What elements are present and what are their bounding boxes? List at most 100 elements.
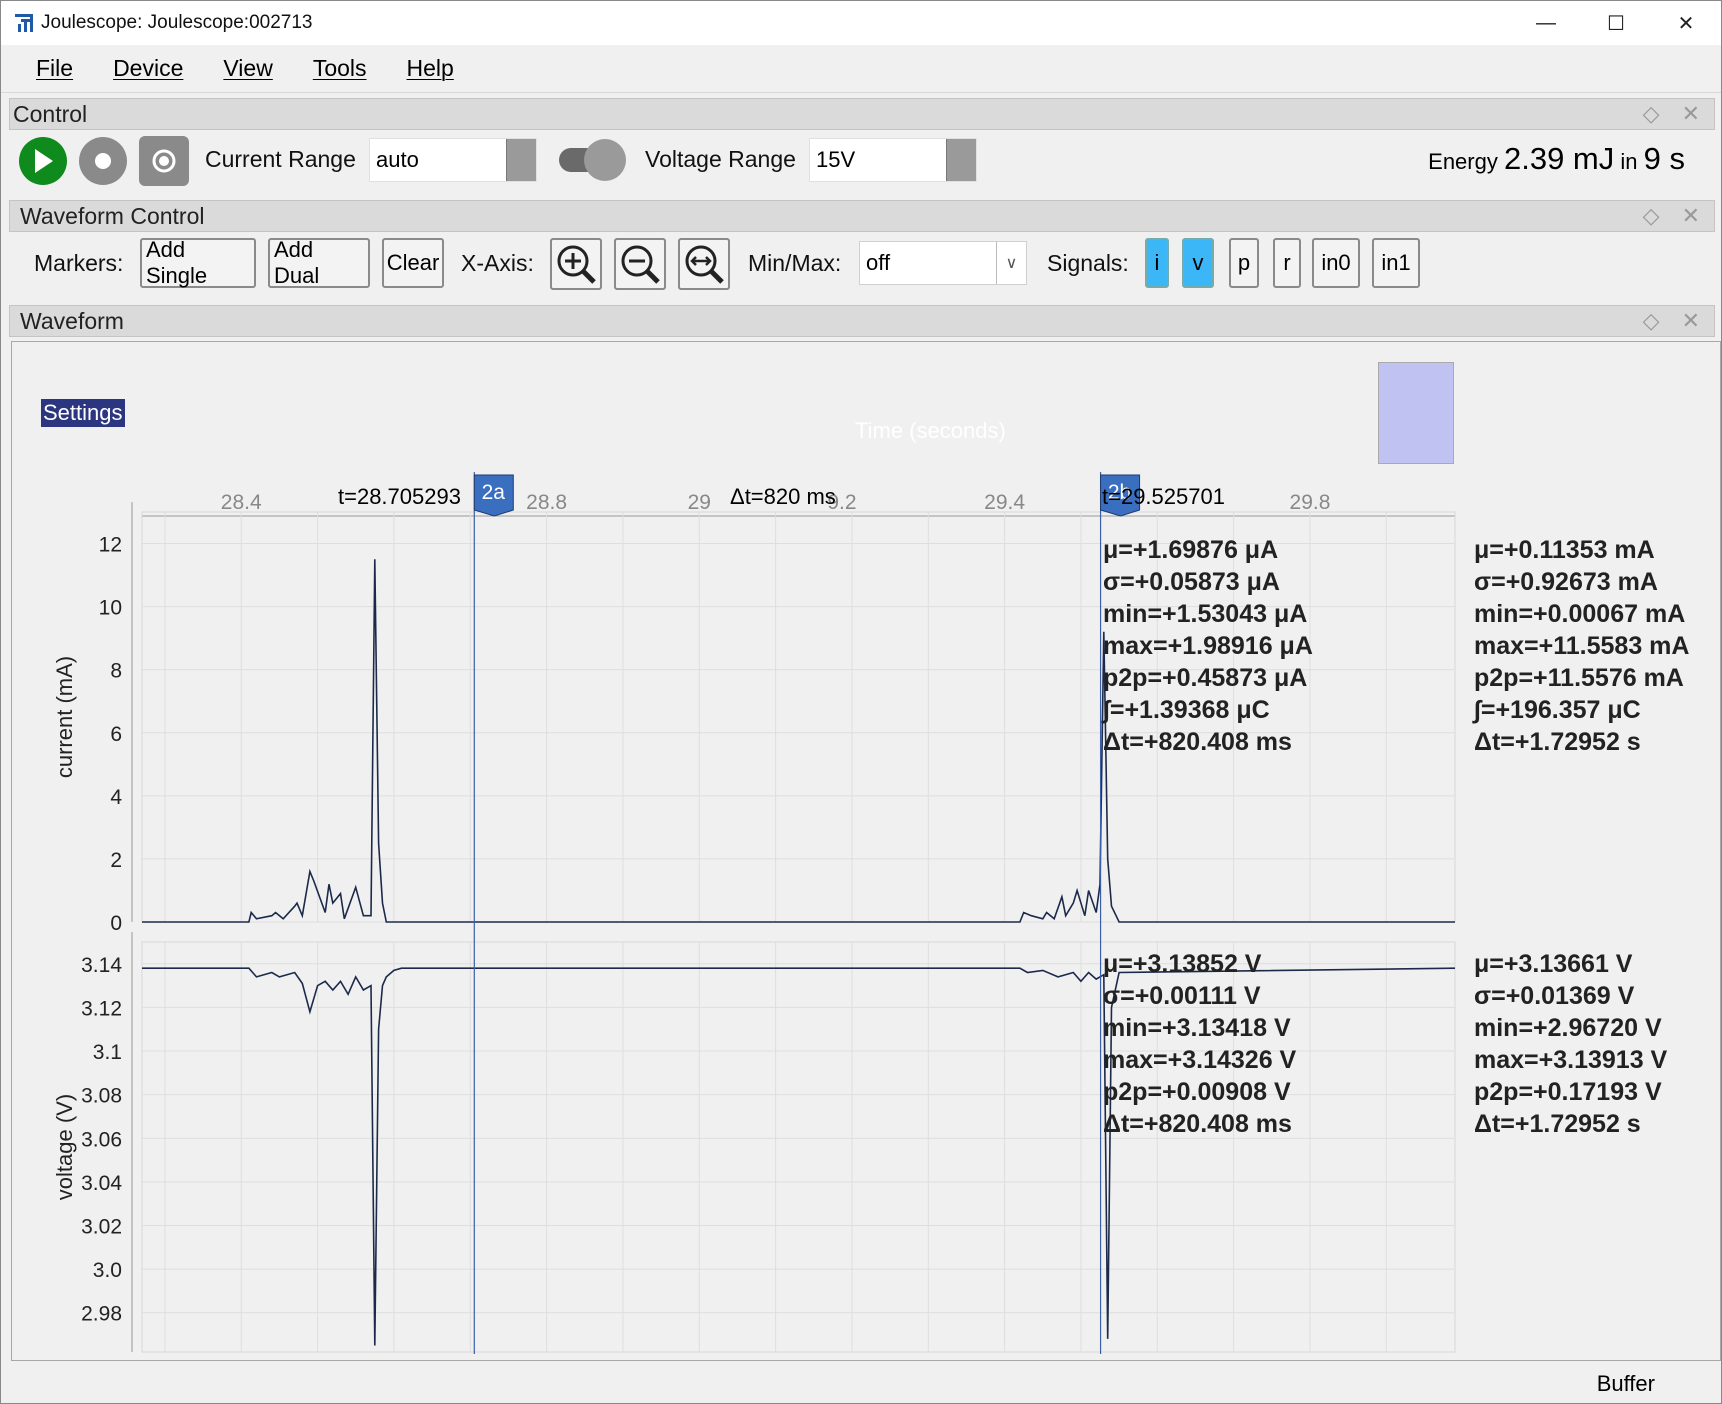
current-range-slider-handle[interactable] [506,139,536,181]
zoom-in-button[interactable] [550,238,602,290]
window-title: Joulescope: Joulescope:002713 [41,12,313,33]
signal-in1-toggle[interactable]: in1 [1372,238,1420,288]
current-range-label: Current Range [205,146,356,172]
add-single-marker-button[interactable]: Add Single [140,237,256,288]
float-dock-icon[interactable]: ◇ [1643,101,1660,127]
waveform-control-toolbar: Markers: Add Single Add Dual Clear X-Axi… [9,233,1715,295]
stat-line: p2p=+0.17193 V [1474,1078,1662,1106]
clear-markers-button[interactable]: Clear [382,238,444,288]
signal-i-toggle[interactable]: i [1145,238,1169,288]
zoom-all-button[interactable] [678,238,730,290]
x-tick-label: 29 [688,491,711,514]
voltage-range-label: Voltage Range [645,146,796,172]
zoom-out-icon [621,245,660,284]
waveform-dock-title: Waveform [20,307,124,334]
stat-line: min=+3.13418 V [1103,1014,1291,1042]
record-button[interactable] [79,137,127,185]
stat-line: max=+3.14326 V [1103,1046,1297,1074]
signal-v-toggle[interactable]: v [1182,238,1214,288]
stat-line: σ=+0.92673 mA [1474,568,1658,596]
waveform-plot-area[interactable]: Settings Time (seconds) 28.4 28.8 29 9.2 29.… [11,341,1721,1361]
energy-label: Energy [1428,149,1498,174]
voltage-y-tick-label: 2.98 [81,1303,122,1326]
stat-line: Δt=+1.72952 s [1474,1110,1641,1138]
energy-readout: Energy 2.39 mJ in 9 s [1428,141,1685,177]
signal-in0-toggle[interactable]: in0 [1312,238,1360,288]
marker-b-time-label: t=29.525701 [1102,484,1225,509]
minmax-select[interactable]: off ∨ [859,241,1027,285]
voltage-toggle-switch[interactable] [557,138,627,182]
energy-value: 2.39 mJ [1503,141,1615,176]
voltage-y-tick-label: 3.04 [81,1172,122,1195]
stat-line: σ=+0.01369 V [1474,982,1635,1010]
zoom-fit-icon [685,245,724,284]
stat-line: p2p=+0.00908 V [1103,1078,1291,1106]
stat-line: max=+1.98916 μA [1103,632,1313,660]
menu-file[interactable]: File [36,55,73,82]
stat-line: μ=+1.69876 μA [1103,536,1279,564]
current-range-value: auto [376,147,419,172]
signal-p-toggle[interactable]: p [1229,238,1259,288]
voltage-total-stats: μ=+3.13661 V σ=+0.01369 V min=+2.96720 V… [1474,948,1667,1140]
menu-bar: File Device View Tools Help [1,45,1721,93]
zoom-in-icon [557,245,596,284]
current-y-tick-label: 0 [110,912,122,935]
close-dock-icon[interactable]: ✕ [1682,101,1700,127]
stat-line: Δt=+820.408 ms [1103,728,1292,756]
menu-tools[interactable]: Tools [313,55,367,82]
x-tick-label: 29.4 [984,491,1025,514]
voltage-y-tick-label: 3.12 [81,997,122,1020]
control-dock-title: Control [13,100,88,127]
add-dual-marker-button[interactable]: Add Dual [268,237,370,288]
xaxis-label: X-Axis: [461,250,534,276]
stat-line: min=+2.96720 V [1474,1014,1662,1042]
voltage-range-slider-handle[interactable] [946,139,976,181]
chevron-down-icon[interactable]: ∨ [996,242,1026,284]
target-icon [152,149,176,173]
close-dock-icon[interactable]: ✕ [1682,203,1700,229]
waveform-control-dock-header[interactable]: Waveform Control ◇ ✕ [9,200,1715,232]
float-dock-icon[interactable]: ◇ [1643,203,1660,229]
stat-line: σ=+0.00111 V [1103,982,1261,1010]
current-y-tick-label: 12 [99,534,122,557]
stat-line: p2p=+11.5576 mA [1474,664,1684,692]
buffer-status: Buffer [1596,1371,1655,1396]
menu-view[interactable]: View [223,55,272,82]
voltage-y-tick-label: 3.02 [81,1216,122,1239]
maximize-button[interactable]: ☐ [1581,1,1651,45]
close-window-button[interactable]: ✕ [1651,1,1721,45]
stat-line: p2p=+0.45873 μA [1103,664,1308,692]
zoom-out-button[interactable] [614,238,666,290]
stat-line: μ=+0.11353 mA [1474,536,1655,564]
control-dock-header[interactable]: Control ◇ ✕ [9,98,1715,130]
title-bar: Joulescope: Joulescope:002713 — ☐ ✕ [1,1,1721,45]
current-range-select[interactable]: auto [369,138,537,182]
stat-line: μ=+3.13852 V [1103,950,1262,978]
voltage-y-axis-label: voltage (V) [52,1094,77,1200]
x-tick-label: 28.4 [221,491,262,514]
waveform-control-dock-title: Waveform Control [20,202,205,229]
minimize-button[interactable]: — [1511,1,1581,45]
menu-help[interactable]: Help [407,55,454,82]
single-capture-button[interactable] [139,136,189,186]
delta-t-label: Δt=820 ms [730,484,836,509]
stat-line: Δt=+1.72952 s [1474,728,1641,756]
x-tick-label: 28.8 [526,491,567,514]
stat-line: min=+0.00067 mA [1474,600,1686,628]
waveform-svg[interactable]: 28.4 28.8 29 9.2 29.4 29.8 024681012current (… [12,342,1720,1360]
voltage-y-tick-label: 3.1 [93,1041,122,1064]
play-button[interactable] [19,137,67,185]
menu-device[interactable]: Device [113,55,183,82]
status-bar: Buffer [1,1363,1721,1403]
current-y-tick-label: 10 [99,597,122,620]
signal-r-toggle[interactable]: r [1273,238,1301,288]
current-total-stats: μ=+0.11353 mA σ=+0.92673 mA min=+0.00067… [1474,534,1689,758]
stat-line: ∫=+1.39368 μC [1103,696,1270,724]
waveform-dock-header[interactable]: Waveform ◇ ✕ [9,305,1715,337]
voltage-y-tick-label: 3.08 [81,1085,122,1108]
float-dock-icon[interactable]: ◇ [1643,308,1660,334]
voltage-range-select[interactable]: 15V [809,138,977,182]
stat-line: μ=+3.13661 V [1474,950,1633,978]
current-marker-stats: μ=+1.69876 μA σ=+0.05873 μA min=+1.53043… [1103,534,1313,758]
close-dock-icon[interactable]: ✕ [1682,308,1700,334]
